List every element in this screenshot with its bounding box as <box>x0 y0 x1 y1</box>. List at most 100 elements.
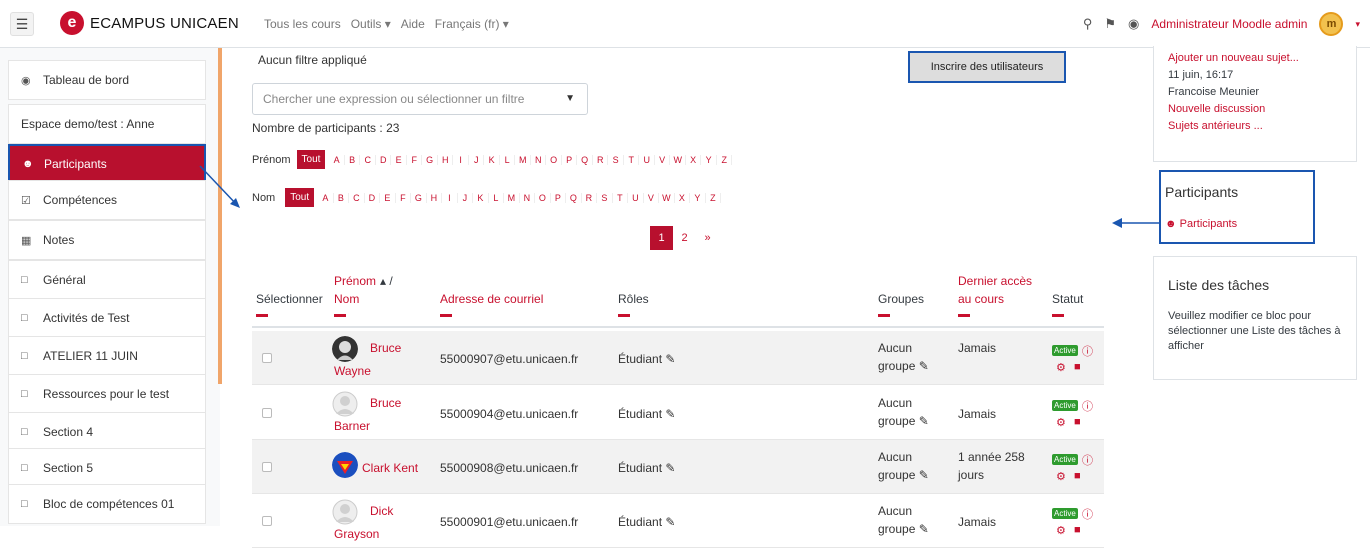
pencil-icon[interactable]: ✎ <box>919 522 929 536</box>
user-lastname[interactable]: Barner <box>334 419 370 433</box>
user-group[interactable]: groupe ✎ <box>878 414 929 428</box>
firstname-letter[interactable]: X <box>686 154 702 165</box>
trash-icon[interactable]: ■ <box>1074 470 1081 482</box>
firstname-letter[interactable]: U <box>639 154 655 165</box>
sidebar-item-notes[interactable]: ▦ Notes <box>8 220 206 260</box>
older-topics-link[interactable]: Sujets antérieurs ... <box>1168 120 1263 132</box>
sort-asc-icon[interactable]: ▴ / <box>380 274 393 288</box>
user-picture[interactable] <box>332 336 358 362</box>
hide-col-icon[interactable] <box>618 314 630 317</box>
user-role[interactable]: Étudiant ✎ <box>618 515 675 529</box>
lastname-letter[interactable]: B <box>334 192 350 203</box>
info-icon[interactable]: ⓘ <box>1082 452 1093 468</box>
user-role[interactable]: Étudiant ✎ <box>618 461 675 475</box>
user-role[interactable]: Étudiant ✎ <box>618 352 675 366</box>
col-email[interactable]: Adresse de courriel <box>440 292 543 306</box>
avatar[interactable]: m <box>1319 12 1344 36</box>
user-menu[interactable]: Administrateur Moodle admin <box>1151 17 1307 31</box>
hide-col-icon[interactable] <box>440 314 452 317</box>
lastname-letter[interactable]: Y <box>690 192 706 203</box>
site-name[interactable]: ECAMPUS UNICAEN <box>90 15 239 32</box>
firstname-letter[interactable]: D <box>376 154 392 165</box>
lastname-letter[interactable]: T <box>613 192 629 203</box>
pencil-icon[interactable]: ✎ <box>665 461 675 475</box>
col-last-access-line2[interactable]: au cours <box>958 292 1004 306</box>
lastname-letter[interactable]: I <box>442 192 458 203</box>
participants-link[interactable]: ☻ Participants <box>1165 218 1237 230</box>
pencil-icon[interactable]: ✎ <box>665 352 675 366</box>
lastname-letter[interactable]: H <box>427 192 443 203</box>
trash-icon[interactable]: ■ <box>1074 416 1081 428</box>
enroll-users-button[interactable]: Inscrire des utilisateurs <box>908 51 1066 83</box>
pencil-icon[interactable]: ✎ <box>665 515 675 529</box>
lastname-letter[interactable]: Q <box>566 192 582 203</box>
lastname-letter[interactable]: N <box>520 192 536 203</box>
info-icon[interactable]: ⓘ <box>1082 343 1093 359</box>
ecampus-logo[interactable]: e <box>60 11 84 35</box>
page-2[interactable]: 2 <box>673 226 696 250</box>
firstname-letter[interactable]: A <box>329 154 345 165</box>
firstname-letter[interactable]: I <box>453 154 469 165</box>
lastname-letter[interactable]: E <box>380 192 396 203</box>
hide-col-icon[interactable] <box>256 314 268 317</box>
sidebar-item-participants[interactable]: ☻ Participants <box>8 144 206 184</box>
sidebar-item-general[interactable]: □ Général <box>8 260 206 300</box>
pencil-icon[interactable]: ✎ <box>665 407 675 421</box>
trash-icon[interactable]: ■ <box>1074 361 1081 373</box>
firstname-letter[interactable]: M <box>515 154 531 165</box>
gear-icon[interactable]: ⚙ <box>1056 361 1066 374</box>
firstname-letter[interactable]: K <box>484 154 500 165</box>
firstname-letter[interactable]: Y <box>701 154 717 165</box>
user-group[interactable]: groupe ✎ <box>878 468 929 482</box>
chat-icon[interactable]: ◉ <box>1128 16 1139 32</box>
lastname-letter[interactable]: M <box>504 192 520 203</box>
user-group[interactable]: groupe ✎ <box>878 522 929 536</box>
firstname-letter[interactable]: L <box>500 154 516 165</box>
nav-all-courses[interactable]: Tous les cours <box>264 17 341 31</box>
hide-col-icon[interactable] <box>1052 314 1064 317</box>
sidebar-item-section4[interactable]: □ Section 4 <box>8 412 206 452</box>
lastname-all[interactable]: Tout <box>285 188 315 207</box>
sidebar-item-bloc[interactable]: □ Bloc de compétences 01 <box>8 484 206 524</box>
lastname-letter[interactable]: O <box>535 192 551 203</box>
firstname-all[interactable]: Tout <box>296 150 326 169</box>
search-icon[interactable]: ⚲ <box>1083 16 1093 32</box>
firstname-letter[interactable]: N <box>531 154 547 165</box>
nav-tools[interactable]: Outils ▾ <box>351 17 391 31</box>
add-topic-link[interactable]: Ajouter un nouveau sujet... <box>1168 52 1299 64</box>
firstname-letter[interactable]: P <box>562 154 578 165</box>
news-discussion-link[interactable]: Nouvelle discussion <box>1168 103 1265 115</box>
user-picture[interactable] <box>332 499 358 525</box>
col-firstname[interactable]: Prénom <box>334 274 376 288</box>
user-firstname[interactable]: Bruce <box>370 396 401 410</box>
menu-toggle-icon[interactable]: ☰ <box>10 12 34 36</box>
lastname-letter[interactable]: V <box>644 192 660 203</box>
sidebar-item-course[interactable]: Espace demo/test : Anne <box>8 104 206 144</box>
firstname-letter[interactable]: V <box>655 154 671 165</box>
nav-help[interactable]: Aide <box>401 17 425 31</box>
user-group[interactable]: groupe ✎ <box>878 359 929 373</box>
lastname-letter[interactable]: J <box>458 192 474 203</box>
sidebar-item-competences[interactable]: ☑ Compétences <box>8 180 206 220</box>
hide-col-icon[interactable] <box>334 314 346 317</box>
nav-language[interactable]: Français (fr) ▾ <box>435 17 509 31</box>
lastname-letter[interactable]: W <box>659 192 675 203</box>
info-icon[interactable]: ⓘ <box>1082 398 1093 414</box>
firstname-letter[interactable]: H <box>438 154 454 165</box>
lastname-letter[interactable]: C <box>349 192 365 203</box>
info-icon[interactable]: ⓘ <box>1082 506 1093 522</box>
user-fullname[interactable]: Clark Kent <box>362 461 418 475</box>
firstname-letter[interactable]: J <box>469 154 485 165</box>
lastname-letter[interactable]: X <box>675 192 691 203</box>
user-lastname[interactable]: Grayson <box>334 527 379 541</box>
firstname-letter[interactable]: B <box>345 154 361 165</box>
select-checkbox[interactable] <box>262 353 272 363</box>
user-picture[interactable] <box>332 391 358 417</box>
sidebar-item-section5[interactable]: □ Section 5 <box>8 448 206 488</box>
gear-icon[interactable]: ⚙ <box>1056 470 1066 483</box>
sidebar-item-resources[interactable]: □ Ressources pour le test <box>8 374 206 414</box>
lastname-letter[interactable]: F <box>396 192 412 203</box>
hide-col-icon[interactable] <box>958 314 970 317</box>
page-next[interactable]: » <box>696 226 719 250</box>
select-checkbox[interactable] <box>262 408 272 418</box>
